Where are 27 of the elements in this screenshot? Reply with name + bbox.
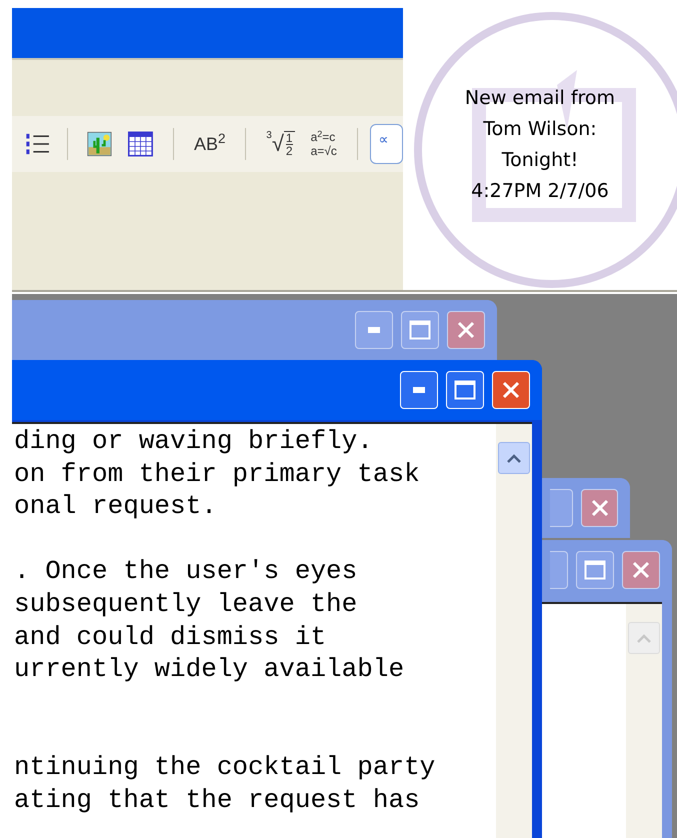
notification-text: 4:27PM 2/7/06: [471, 179, 609, 204]
close-button[interactable]: [622, 551, 660, 589]
scrollbar[interactable]: [496, 424, 532, 838]
scroll-up-button[interactable]: [498, 442, 530, 474]
close-icon: [590, 498, 610, 518]
close-icon: [456, 320, 476, 340]
maximize-icon: [584, 560, 606, 580]
maximize-button[interactable]: [401, 311, 439, 349]
formula-button[interactable]: a$^{2}$=c a=√c: [310, 130, 337, 158]
maximize-icon: [409, 320, 431, 340]
close-button[interactable]: [447, 311, 485, 349]
minimize-button[interactable]: [355, 311, 393, 349]
minimize-icon: [368, 327, 380, 333]
superscript-button[interactable]: AB$^{2}$: [194, 130, 226, 158]
notification-text: Tonight!: [502, 148, 578, 173]
close-icon: [501, 380, 521, 400]
notification-text: Tom Wilson:: [483, 117, 597, 142]
minimize-icon: [413, 387, 425, 393]
document-text: ding or waving briefly. on from their primary task onal request. . Once the user's eyes subsequently leave the and could dismiss it urrently widely available ntinuing the cocktail party ating that the request has: [14, 425, 436, 816]
title-bar[interactable]: [12, 8, 403, 60]
maximize-icon: [454, 380, 476, 400]
maximize-button[interactable]: [576, 551, 614, 589]
scrollbar[interactable]: [626, 604, 662, 838]
close-button[interactable]: [581, 489, 618, 527]
close-icon: [631, 560, 651, 580]
symbol-button[interactable]: ∝: [370, 124, 403, 164]
notification-text: New email from: [464, 86, 616, 111]
